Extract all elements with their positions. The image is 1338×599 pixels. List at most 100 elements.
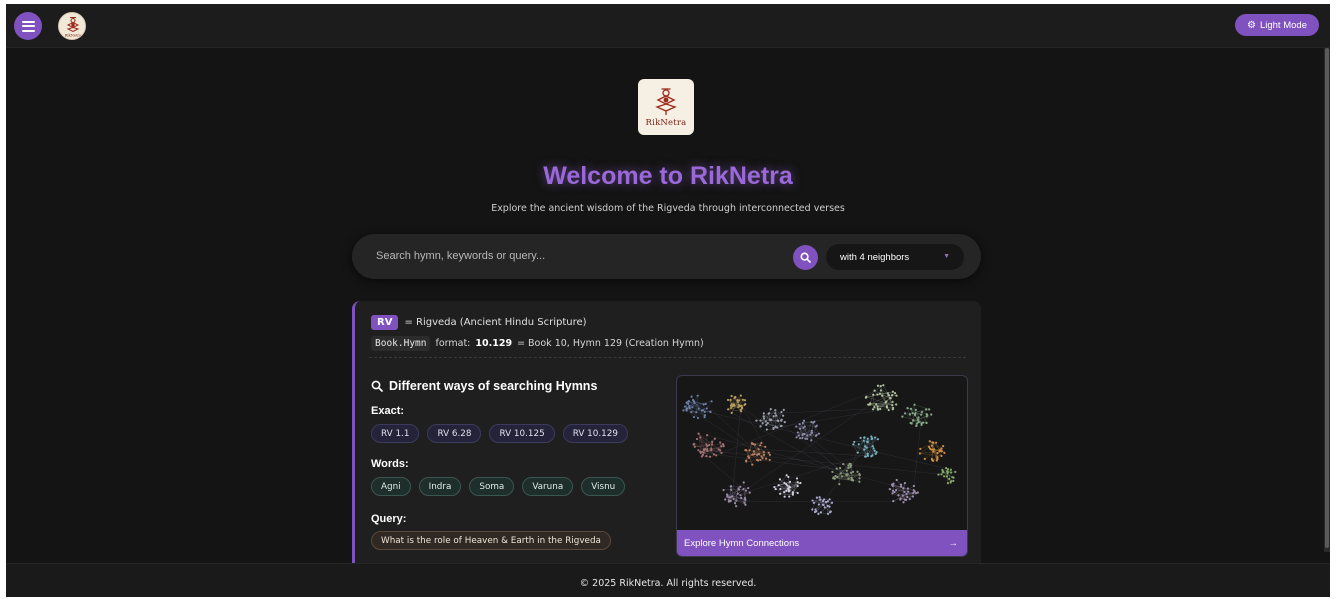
menu-button[interactable]: [14, 12, 42, 40]
graph-node: [911, 412, 914, 415]
graph-node: [747, 486, 750, 490]
graph-node: [722, 444, 725, 447]
graph-node: [852, 443, 855, 446]
search-input[interactable]: [376, 247, 776, 265]
graph-node: [878, 392, 882, 395]
light-mode-toggle[interactable]: ⚙ Light Mode: [1235, 14, 1319, 36]
graph-node: [690, 410, 693, 414]
graph-node: [897, 494, 900, 497]
graph-node: [744, 489, 748, 492]
graph-node: [859, 436, 862, 439]
graph-node: [913, 413, 917, 416]
graph-node: [876, 393, 879, 396]
graph-node: [705, 443, 708, 446]
graph-node: [728, 500, 731, 503]
graph-node: [765, 428, 768, 431]
hymn-graph-card[interactable]: Explore Hymn Connections →: [676, 375, 968, 557]
exact-chip-rv-10-129[interactable]: RV 10.129: [562, 424, 628, 443]
graph-node: [785, 489, 788, 492]
graph-node: [796, 491, 799, 495]
graph-node: [840, 475, 843, 478]
graph-node: [950, 471, 953, 474]
graph-node: [712, 453, 716, 456]
graph-node: [685, 407, 688, 410]
graph-node: [705, 455, 708, 458]
graph-node: [702, 403, 705, 406]
word-chip-indra[interactable]: Indra: [418, 477, 462, 496]
graph-node: [724, 498, 727, 501]
graph-node: [780, 410, 783, 414]
exact-chip-rv-6-28[interactable]: RV 6.28: [427, 424, 482, 443]
graph-node: [798, 427, 802, 430]
graph-node: [915, 424, 918, 428]
word-chip-soma[interactable]: Soma: [469, 477, 515, 496]
copyright-text: © 2025 RikNetra. All rights reserved.: [579, 578, 757, 589]
graph-node: [782, 408, 785, 411]
graph-node: [941, 468, 944, 472]
graph-node: [764, 445, 767, 448]
query-label: Query:: [371, 513, 407, 525]
graph-node: [849, 464, 853, 467]
graph-node: [774, 412, 777, 415]
graph-edge: [741, 407, 761, 421]
graph-node: [941, 471, 945, 474]
graph-node: [774, 409, 777, 412]
graph-node: [916, 418, 919, 421]
word-chip-varuna[interactable]: Varuna: [522, 477, 574, 496]
graph-node: [776, 426, 779, 429]
graph-node: [887, 408, 890, 412]
graph-node: [876, 408, 880, 411]
graph-node: [886, 392, 889, 395]
graph-node: [786, 484, 789, 487]
rv-badge: RV: [371, 315, 399, 330]
explore-connections-button[interactable]: Explore Hymn Connections →: [677, 530, 967, 556]
search-icon: [800, 252, 811, 263]
graph-node: [733, 502, 737, 505]
graph-node: [720, 451, 723, 455]
graph-node: [703, 448, 706, 452]
graph-node: [703, 414, 707, 417]
graph-node: [733, 396, 736, 400]
graph-node: [687, 400, 691, 403]
neighbors-select[interactable]: with 4 neighbors ▼: [826, 244, 964, 270]
graph-node: [739, 485, 742, 488]
graph-node: [914, 408, 917, 411]
riknetra-logo-icon[interactable]: RikNetra: [58, 12, 86, 40]
words-label: Words:: [371, 458, 409, 470]
graph-node: [862, 439, 865, 442]
graph-node: [726, 398, 730, 402]
graph-node: [891, 390, 895, 393]
graph-node: [839, 472, 842, 475]
word-chip-agni[interactable]: Agni: [371, 477, 411, 496]
query-chip[interactable]: What is the role of Heaven & Earth in th…: [371, 531, 611, 550]
graph-node: [873, 389, 876, 392]
graph-node: [696, 416, 700, 420]
graph-node: [893, 490, 896, 494]
word-chip-visnu[interactable]: Visnu: [581, 477, 626, 496]
graph-node: [708, 443, 711, 447]
graph-edge: [700, 452, 847, 471]
graph-node: [917, 420, 920, 424]
graph-node: [908, 413, 911, 416]
search-button[interactable]: [793, 245, 818, 270]
graph-node: [920, 413, 923, 416]
page-scrollbar[interactable]: [1324, 48, 1330, 552]
hamburger-icon: [21, 20, 35, 32]
graph-node: [836, 475, 839, 479]
scrollbar-thumb[interactable]: [1325, 48, 1329, 548]
graph-node: [697, 449, 700, 452]
graph-node: [906, 487, 910, 490]
graph-node: [815, 424, 818, 427]
graph-edge: [700, 452, 744, 490]
format-legend: Book.Hymn format: 10.129 = Book 10, Hymn…: [371, 336, 704, 351]
hymn-network-graph: [682, 384, 957, 516]
exact-chip-rv-10-125[interactable]: RV 10.125: [489, 424, 555, 443]
light-mode-label: Light Mode: [1259, 19, 1307, 31]
graph-node: [894, 488, 898, 492]
page-subtitle: Explore the ancient wisdom of the Rigved…: [491, 203, 845, 214]
graph-node: [750, 441, 754, 445]
graph-node: [891, 404, 894, 407]
graph-node: [809, 433, 812, 436]
graph-node: [759, 419, 762, 422]
exact-chip-rv-1-1[interactable]: RV 1.1: [371, 424, 420, 443]
